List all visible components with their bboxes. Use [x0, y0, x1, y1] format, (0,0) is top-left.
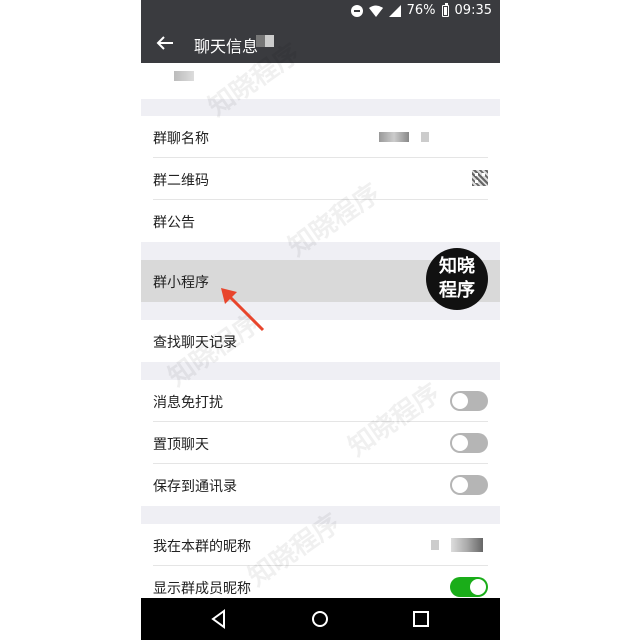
group-notice-label: 群公告 [153, 215, 195, 231]
battery-percent: 76% [406, 3, 436, 18]
phone-screen: 76% 09:35 聊天信息 群聊名称 群二维码 群公告 群小程序 查找聊天记录 [141, 0, 500, 640]
wifi-icon [368, 5, 383, 17]
zhixiao-logo-badge: 知晓 程序 [426, 248, 488, 310]
mute-toggle[interactable] [450, 391, 488, 411]
group-miniprogram-label: 群小程序 [153, 275, 209, 291]
toggle-knob [452, 477, 468, 493]
arrow-left-icon[interactable] [153, 31, 177, 55]
battery-icon [441, 2, 449, 17]
search-history-row[interactable]: 查找聊天记录 [141, 320, 500, 362]
toggle-knob [452, 393, 468, 409]
badge-line-1: 知晓 [439, 256, 475, 277]
annotation-arrow-icon [221, 288, 265, 332]
save-contacts-label: 保存到通讯录 [153, 479, 237, 495]
redacted-nickname [451, 538, 483, 552]
status-bar: 76% 09:35 [141, 0, 500, 22]
circle-home-icon[interactable] [308, 607, 332, 631]
redacted-nickname-start [431, 540, 439, 550]
title-bar: 聊天信息 [141, 22, 500, 63]
members-strip[interactable] [141, 63, 500, 99]
toggle-knob [470, 579, 486, 595]
page-title: 聊天信息 [194, 37, 259, 56]
group-name-label: 群聊名称 [153, 131, 209, 147]
my-nickname-row[interactable]: 我在本群的昵称 [141, 524, 500, 566]
my-nickname-label: 我在本群的昵称 [153, 539, 251, 555]
save-contacts-toggle[interactable] [450, 475, 488, 495]
sticky-toggle[interactable] [450, 433, 488, 453]
redacted-member-count [256, 35, 274, 47]
show-nicknames-label: 显示群成员昵称 [153, 581, 251, 597]
redacted-member [174, 71, 194, 81]
triangle-back-icon[interactable] [207, 607, 231, 631]
do-not-disturb-icon [350, 4, 363, 17]
badge-line-2: 程序 [439, 280, 475, 301]
signal-icon [388, 4, 401, 17]
group-notice-row[interactable]: 群公告 [141, 200, 500, 242]
system-nav-bar [141, 598, 500, 640]
group-qr-label: 群二维码 [153, 173, 209, 189]
mute-label: 消息免打扰 [153, 395, 223, 411]
mute-row: 消息免打扰 [141, 380, 500, 422]
group-name-row[interactable]: 群聊名称 [141, 116, 500, 158]
qr-code-icon [472, 170, 488, 186]
sticky-row: 置顶聊天 [141, 422, 500, 464]
redacted-group-name-tail [421, 132, 429, 142]
group-qr-row[interactable]: 群二维码 [141, 158, 500, 200]
show-nicknames-toggle[interactable] [450, 577, 488, 597]
toggle-knob [452, 435, 468, 451]
square-recent-icon[interactable] [409, 607, 433, 631]
clock: 09:35 [454, 3, 492, 18]
sticky-label: 置顶聊天 [153, 437, 209, 453]
save-contacts-row: 保存到通讯录 [141, 464, 500, 506]
redacted-group-name [379, 132, 409, 142]
